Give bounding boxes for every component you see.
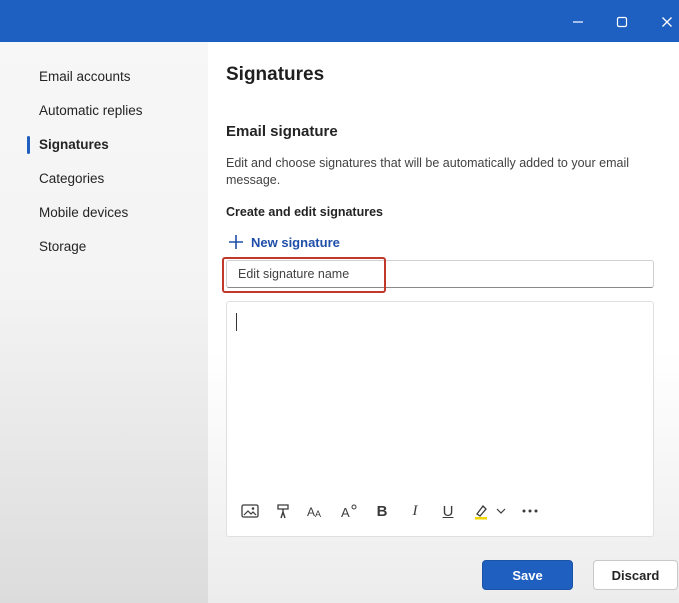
highlight-button[interactable] — [470, 500, 492, 522]
signature-editor[interactable]: AA A B I U — [226, 301, 654, 537]
title-bar — [0, 0, 679, 42]
svg-text:A: A — [307, 505, 315, 519]
sidebar-item-signatures[interactable]: Signatures — [39, 137, 109, 152]
font-size-button[interactable]: AA — [305, 500, 327, 522]
format-painter-icon — [277, 504, 289, 519]
section-title: Email signature — [226, 123, 338, 140]
minimize-button[interactable] — [564, 9, 592, 35]
highlight-icon — [475, 505, 487, 520]
underline-icon: U — [442, 502, 454, 520]
sidebar-item-email-accounts[interactable]: Email accounts — [39, 69, 131, 84]
maximize-button[interactable] — [608, 9, 636, 35]
font-size-icon: AA — [307, 505, 321, 519]
signatures-panel: Signatures Email signature Edit and choo… — [208, 42, 679, 603]
more-icon — [522, 509, 538, 513]
italic-button[interactable]: I — [404, 500, 426, 522]
highlight-dropdown[interactable] — [494, 500, 508, 522]
plus-icon — [226, 232, 246, 252]
discard-button[interactable]: Discard — [593, 560, 678, 590]
superscript-button[interactable]: A — [338, 500, 360, 522]
image-icon — [241, 504, 259, 518]
superscript-icon: A — [341, 504, 357, 519]
sidebar-item-mobile-devices[interactable]: Mobile devices — [39, 205, 128, 220]
new-signature-label: New signature — [251, 234, 340, 250]
maximize-icon — [616, 16, 628, 28]
sidebar-item-automatic-replies[interactable]: Automatic replies — [39, 103, 143, 118]
minimize-icon — [573, 21, 583, 23]
close-icon — [662, 17, 672, 27]
format-painter-button[interactable] — [272, 500, 294, 522]
chevron-down-icon — [496, 508, 506, 514]
section-description: Edit and choose signatures that will be … — [226, 156, 630, 187]
active-nav-indicator — [27, 136, 30, 154]
insert-image-button[interactable] — [239, 500, 261, 522]
create-edit-heading: Create and edit signatures — [226, 205, 383, 219]
save-button[interactable]: Save — [482, 560, 573, 590]
new-signature-button[interactable]: New signature — [226, 232, 340, 252]
sidebar-item-storage[interactable]: Storage — [39, 239, 86, 254]
signature-name-input[interactable] — [226, 260, 654, 288]
underline-button[interactable]: U — [437, 500, 459, 522]
bold-icon: B — [376, 502, 388, 520]
svg-text:A: A — [341, 505, 350, 519]
editor-toolbar: AA A B I U — [239, 500, 552, 522]
close-button[interactable] — [653, 9, 679, 35]
bold-button[interactable]: B — [371, 500, 393, 522]
more-options-button[interactable] — [519, 500, 541, 522]
italic-icon: I — [412, 502, 418, 519]
svg-text:A: A — [315, 509, 321, 519]
text-caret — [236, 313, 237, 331]
page-title: Signatures — [226, 64, 325, 85]
settings-sidebar: Email accounts Automatic replies Signatu… — [0, 42, 208, 603]
sidebar-item-categories[interactable]: Categories — [39, 171, 104, 186]
